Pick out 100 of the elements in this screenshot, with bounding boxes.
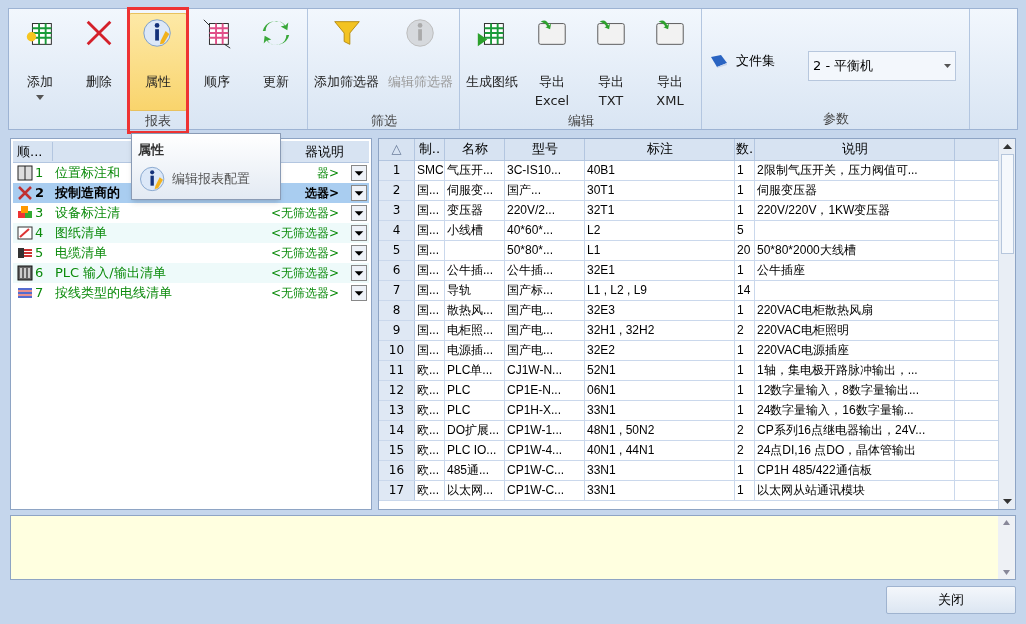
row-header: 17 <box>379 481 415 500</box>
table-cell: 1 <box>735 261 755 280</box>
row-header: 4 <box>379 221 415 240</box>
table-cell: CP1W-4... <box>505 441 585 460</box>
table-cell: 3C-IS10... <box>505 161 585 180</box>
file-set-label: 文件集 <box>736 52 776 70</box>
plc-icon <box>17 265 33 281</box>
table-cell: 14 <box>735 281 755 300</box>
dropdown-button[interactable] <box>351 245 367 261</box>
table-cell: 52N1 <box>585 361 735 380</box>
table-cell: 气压开... <box>445 161 505 180</box>
table-cell: 电源插... <box>445 341 505 360</box>
table-cell: CP1W-1... <box>505 421 585 440</box>
table-cell: 50*80*... <box>505 241 585 260</box>
table-cell: 40B1 <box>585 161 735 180</box>
row-header: 6 <box>379 261 415 280</box>
table-cell: PLC IO... <box>445 441 505 460</box>
scrollbar[interactable] <box>998 139 1015 509</box>
row-header: 8 <box>379 301 415 320</box>
ribbon-button[interactable]: 属性 <box>129 13 187 111</box>
close-button[interactable]: 关闭 <box>886 586 1016 614</box>
dropdown-button[interactable] <box>351 205 367 221</box>
table-cell: 伺服变压器 <box>755 181 955 200</box>
report-name[interactable]: 电缆清单 <box>55 243 107 263</box>
table-cell: 国产电... <box>505 301 585 320</box>
report-name[interactable]: 图纸清单 <box>55 223 107 243</box>
table-cell: CP1W-C... <box>505 461 585 480</box>
book-icon <box>710 54 728 68</box>
table-cell: 1 <box>735 461 755 480</box>
notes-field[interactable] <box>10 515 1016 580</box>
table-cell: 32E1 <box>585 261 735 280</box>
filter-text: <无筛选器> <box>270 265 339 282</box>
report-name[interactable]: 按制造商的 <box>55 183 120 203</box>
ribbon-button[interactable]: 顺序 <box>188 13 246 111</box>
table-cell: 国... <box>415 341 445 360</box>
row-number: 3 <box>35 204 45 223</box>
scroll-thumb[interactable] <box>1000 154 1014 254</box>
table-cell: 40*60*... <box>505 221 585 240</box>
dropdown-button[interactable] <box>351 285 367 301</box>
report-name[interactable]: 设备标注清 <box>55 203 120 223</box>
table-cell: PLC单... <box>445 361 505 380</box>
table-cell: 1 <box>735 381 755 400</box>
filter-text: <无筛选器> <box>270 245 339 262</box>
table-cell: 1 <box>735 301 755 320</box>
file-set-dropdown[interactable]: 2 - 平衡机 <box>808 51 956 81</box>
column-header: 顺... <box>13 141 53 162</box>
dropdown-button[interactable] <box>351 225 367 241</box>
dropdown-button[interactable] <box>351 165 367 181</box>
table-cell: 32E3 <box>585 301 735 320</box>
row-number: 4 <box>35 224 45 243</box>
table-cell: 以太网从站通讯模块 <box>755 481 955 500</box>
row-header: 11 <box>379 361 415 380</box>
row-number: 7 <box>35 284 45 303</box>
table-cell: 20 <box>735 241 755 260</box>
table-cell: 220V/2... <box>505 201 585 220</box>
dropdown-button[interactable] <box>351 185 367 201</box>
report-name[interactable]: 位置标注和 <box>55 163 120 183</box>
table-cell: 12数字量输入，8数字量输出... <box>755 381 955 400</box>
table-cell: 220VAC电柜散热风扇 <box>755 301 955 320</box>
table-cell: 国... <box>415 261 445 280</box>
table-cell: 485通... <box>445 461 505 480</box>
table-cell: 1 <box>735 481 755 500</box>
column-header[interactable]: 标注 <box>585 139 735 160</box>
popup-item[interactable]: 编辑报表配置 <box>138 163 274 194</box>
column-header[interactable]: 型号 <box>505 139 585 160</box>
ribbon-button[interactable]: 生成图纸 <box>462 13 522 111</box>
column-header[interactable]: 说明 <box>755 139 955 160</box>
ribbon-button[interactable]: 导出 TXT <box>582 13 640 111</box>
ribbon-button[interactable]: 导出 XML <box>641 13 699 111</box>
table-cell: PLC <box>445 401 505 420</box>
group-label: 筛选 <box>369 112 398 130</box>
filter-text: <无筛选器> <box>270 225 339 242</box>
dropdown-button[interactable] <box>351 265 367 281</box>
table-cell: 导轨 <box>445 281 505 300</box>
table-cell: 国产电... <box>505 341 585 360</box>
table-cell: 国... <box>415 281 445 300</box>
ribbon-button[interactable]: 添加筛选器 <box>310 13 383 111</box>
ribbon-button[interactable]: 删除 <box>70 13 128 111</box>
table-cell: 1轴，集电极开路脉冲输出，... <box>755 361 955 380</box>
table-cell: L2 <box>585 221 735 240</box>
group-label: 编辑 <box>566 112 595 130</box>
ribbon-button[interactable]: 更新 <box>247 13 305 111</box>
column-header[interactable]: 制.. <box>415 139 445 160</box>
wires-icon <box>17 285 33 301</box>
table-cell: 国... <box>415 221 445 240</box>
column-header[interactable]: 名称 <box>445 139 505 160</box>
ribbon-button[interactable]: 添加 <box>11 13 69 111</box>
table-cell: 国产标... <box>505 281 585 300</box>
table-cell: 电柜照... <box>445 321 505 340</box>
report-name[interactable]: PLC 输入/输出清单 <box>55 263 166 283</box>
ribbon-button[interactable]: 导出 Excel <box>523 13 581 111</box>
table-cell: 24数字量输入，16数字量输... <box>755 401 955 420</box>
filter-text: <无筛选器> <box>270 285 339 302</box>
report-name[interactable]: 按线类型的电线清单 <box>55 283 172 303</box>
table-cell: 30T1 <box>585 181 735 200</box>
table-cell: 公牛插... <box>445 261 505 280</box>
column-header[interactable]: 数. <box>735 139 755 160</box>
filter-text: 器> <box>316 165 339 182</box>
table-cell: 32E2 <box>585 341 735 360</box>
table-cell: 国... <box>415 181 445 200</box>
